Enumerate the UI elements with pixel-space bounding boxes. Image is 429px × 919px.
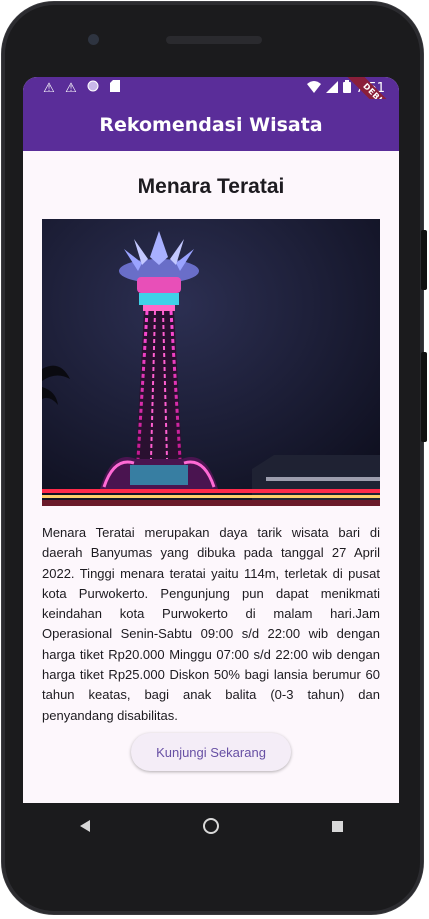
place-description: Menara Teratai merupakan daya tarik wisa… <box>42 525 380 723</box>
notification-icons: ⚠ ⚠ <box>41 80 123 97</box>
system-navigation-bar <box>23 803 399 849</box>
battery-icon <box>342 80 351 98</box>
sd-card-icon <box>107 80 123 97</box>
warning-icon: ⚠ <box>65 80 77 96</box>
warning-icon: ⚠ <box>43 80 55 96</box>
back-icon[interactable] <box>79 820 90 832</box>
home-icon[interactable] <box>202 818 219 834</box>
wifi-icon <box>306 80 321 98</box>
tower-photo <box>42 219 380 506</box>
circle-icon <box>85 80 101 97</box>
signal-icon <box>325 80 338 98</box>
place-title: Menara Teratai <box>137 175 285 198</box>
recent-apps-icon[interactable] <box>331 820 343 832</box>
volume-button <box>421 230 427 290</box>
earpiece-speaker <box>166 36 262 44</box>
visit-now-button[interactable]: Kunjungi Sekarang <box>131 733 291 771</box>
power-button <box>421 352 427 442</box>
app-bar-title: Rekomendasi Wisata <box>99 114 323 136</box>
app-screen: ⚠ ⚠ 7:51 DEBUG Rekomendasi Wisata <box>23 77 399 803</box>
status-bar: ⚠ ⚠ 7:51 DEBUG <box>23 77 399 134</box>
front-camera <box>88 34 99 45</box>
app-bar: Rekomendasi Wisata <box>23 99 399 151</box>
